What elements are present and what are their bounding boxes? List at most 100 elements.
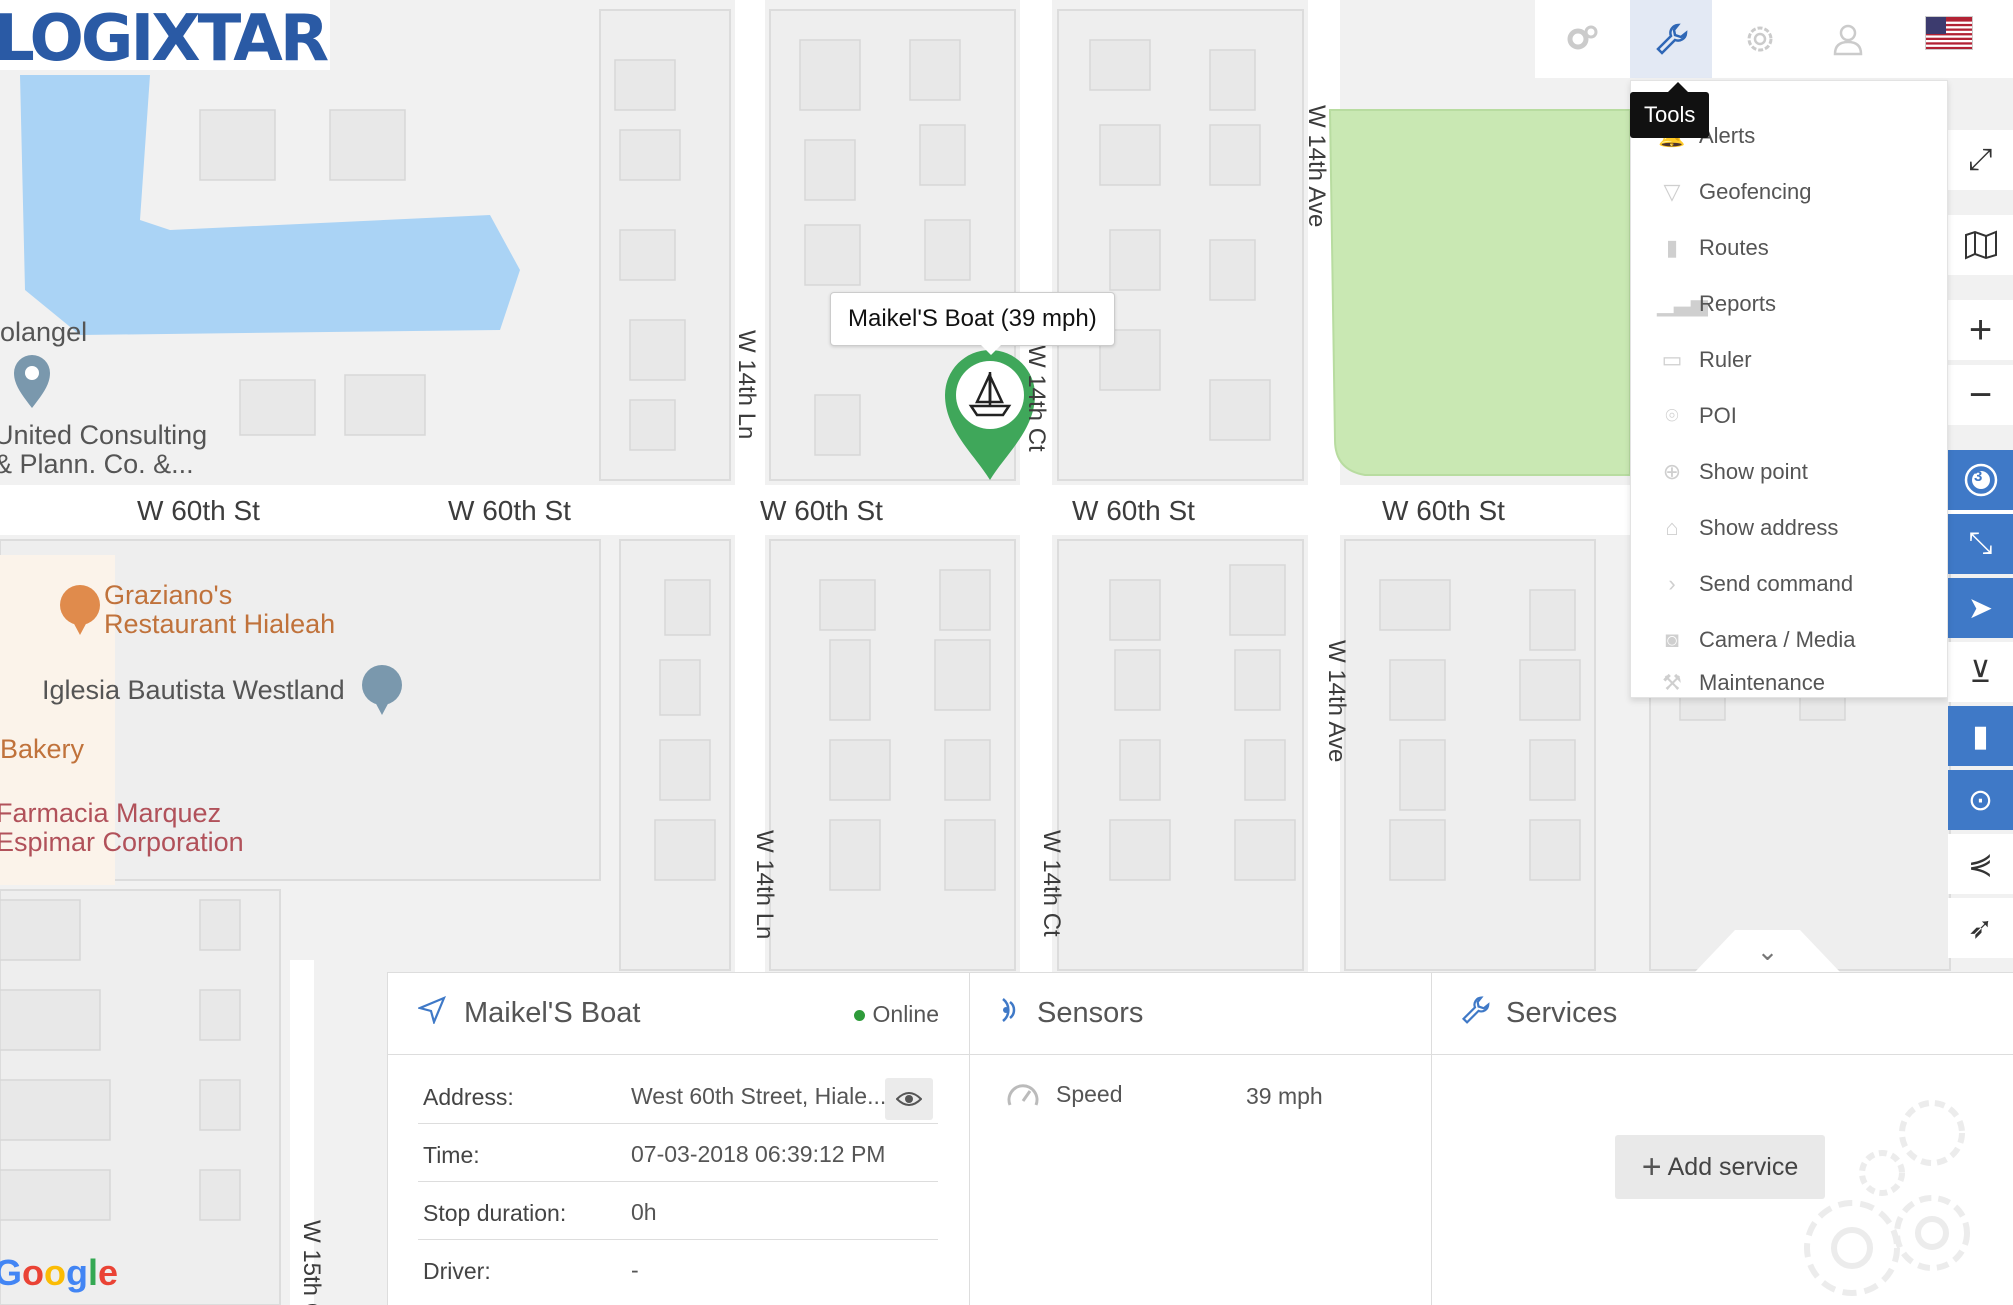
vehicle-marker-label[interactable]: Maikel'S Boat (39 mph): [830, 292, 1115, 355]
poi-toggle-icon[interactable]: ⊙: [1948, 770, 2013, 830]
info-value: 0h: [631, 1199, 657, 1225]
objects-count-badge: 3: [1974, 468, 1983, 485]
routes-toggle-icon[interactable]: ▮: [1948, 706, 2013, 766]
menu-item-show-point[interactable]: ⊕ Show point: [1631, 444, 1949, 500]
history-icon[interactable]: ⋞: [1948, 834, 2013, 894]
google-attribution: Google: [0, 1252, 119, 1293]
us-flag-icon[interactable]: [1925, 16, 1973, 50]
wrench-icon: ⚒: [1662, 670, 1682, 695]
fullscreen-icon[interactable]: ⤢: [1948, 130, 2013, 190]
zoom-out-icon[interactable]: −: [1948, 365, 2013, 425]
info-row-driver: Driver: -: [418, 1240, 938, 1298]
street-label: W 14th Ct: [1023, 345, 1050, 452]
menu-item-label: POI: [1699, 403, 1737, 428]
object-details-panel: Maikel'S Boat Online Address: West 60th …: [387, 972, 2013, 1305]
menu-item-label: Reports: [1699, 291, 1777, 316]
sensor-name: Speed: [1056, 1081, 1123, 1107]
geofence-icon: ▽: [1663, 179, 1681, 204]
pin-icon: ⌾: [1665, 403, 1679, 428]
follow-icon[interactable]: ➶: [1948, 898, 2013, 958]
fit-bounds-icon[interactable]: ⤡: [1948, 514, 2013, 574]
eye-icon[interactable]: [885, 1078, 933, 1120]
menu-item-label: Maintenance: [1699, 670, 1825, 695]
wrench-icon[interactable]: [1630, 0, 1712, 78]
wrench-icon: [1460, 995, 1496, 1033]
chevron-right-icon: ›: [1668, 571, 1676, 596]
menu-item-routes[interactable]: ▮ Routes: [1631, 220, 1949, 276]
sensors-title: Sensors: [1037, 997, 1144, 1029]
sensor-icon: [995, 996, 1031, 1032]
collapse-panel-button[interactable]: ⌄: [1695, 930, 1840, 972]
menu-item-send-command[interactable]: › Send command: [1631, 556, 1949, 612]
street-label: W 14th Ln: [733, 330, 760, 440]
gears-decoration-icon: [1782, 1088, 2013, 1305]
street-label: W 14th Ln: [751, 830, 778, 940]
settings-gears-icon[interactable]: [1557, 14, 1607, 64]
info-key: Driver:: [423, 1258, 491, 1284]
poi-label: Farmacia Marquez Espimar Corporation: [0, 798, 244, 857]
services-title: Services: [1506, 997, 1618, 1029]
objects-count-icon[interactable]: 3: [1948, 450, 2013, 510]
poi-label: Bakery: [0, 734, 85, 764]
crosshair-icon: ⊕: [1662, 459, 1682, 484]
logo[interactable]: LOGIXTAR: [0, 0, 330, 76]
gear-icon[interactable]: [1735, 14, 1785, 64]
geofence-toggle-icon[interactable]: ⊻: [1948, 642, 2013, 702]
sensors-header: Sensors: [970, 973, 1431, 1055]
info-key: Stop duration:: [423, 1200, 567, 1226]
info-row-stop-duration: Stop duration: 0h: [418, 1182, 938, 1240]
road-icon: ▮: [1665, 235, 1679, 260]
chevron-down-icon: ⌄: [1756, 936, 1779, 966]
object-info-column: Maikel'S Boat Online Address: West 60th …: [388, 973, 970, 1305]
menu-item-label: Geofencing: [1699, 179, 1812, 204]
street-label: W 60th St: [1382, 495, 1505, 526]
map-layers-icon[interactable]: [1948, 215, 2013, 275]
home-icon: ⌂: [1665, 515, 1679, 540]
menu-item-label: Show address: [1699, 515, 1839, 540]
zoom-in-icon[interactable]: +: [1948, 300, 2013, 360]
street-label: W 15th C: [298, 1220, 325, 1305]
street-label: W 60th St: [137, 495, 260, 526]
menu-item-label: Show point: [1699, 459, 1808, 484]
street-label: W 60th St: [1072, 495, 1195, 526]
menu-item-show-address[interactable]: ⌂ Show address: [1631, 500, 1949, 556]
menu-item-label: Routes: [1699, 235, 1769, 260]
menu-item-camera-media[interactable]: ◙ Camera / Media: [1631, 612, 1949, 668]
navigation-arrow-icon[interactable]: ➤: [1948, 578, 2013, 638]
online-dot-icon: [853, 1010, 865, 1022]
poi-label: Graziano's Restaurant Hialeah: [104, 580, 336, 639]
street-label: W 14th Ct: [1038, 830, 1065, 937]
street-label: W 14th Ave: [1303, 105, 1330, 228]
tools-dropdown-menu: 🔔 Alerts ▽ Geofencing ▮ Routes ▁▃▅ Repor…: [1630, 80, 1948, 698]
poi-label: United Consulting & Plann. Co. &...: [0, 420, 208, 479]
object-name: Maikel'S Boat: [464, 997, 641, 1029]
navigation-arrow-icon: [416, 995, 454, 1032]
street-label: W 14th Ave: [1323, 640, 1350, 763]
poi-label: olangel: [0, 317, 88, 347]
menu-item-maintenance[interactable]: ⚒ Maintenance: [1631, 668, 1949, 698]
info-key: Time:: [423, 1142, 480, 1168]
menu-item-poi[interactable]: ⌾ POI: [1631, 388, 1949, 444]
sensors-column: Sensors Speed 39 mph: [970, 973, 1432, 1305]
speedometer-icon: [1006, 1079, 1040, 1114]
ruler-icon: ▭: [1661, 347, 1683, 372]
info-row-time: Time: 07-03-2018 06:39:12 PM: [418, 1124, 938, 1182]
menu-item-geofencing[interactable]: ▽ Geofencing: [1631, 164, 1949, 220]
object-info-header: Maikel'S Boat Online: [388, 973, 969, 1055]
poi-label: Iglesia Bautista Westland: [42, 675, 345, 705]
boat-icon[interactable]: [965, 368, 1015, 420]
services-header: Services: [1432, 973, 2013, 1055]
logo-text: LOGIXTAR: [0, 2, 329, 76]
menu-item-label: Ruler: [1699, 347, 1752, 372]
menu-item-reports[interactable]: ▁▃▅ Reports: [1631, 276, 1949, 332]
services-column: Services + Add service: [1432, 973, 2013, 1305]
user-icon[interactable]: [1823, 14, 1873, 64]
bar-chart-icon: ▁▃▅: [1657, 291, 1708, 316]
menu-item-label: Camera / Media: [1699, 627, 1856, 652]
menu-item-ruler[interactable]: ▭ Ruler: [1631, 332, 1949, 388]
street-label: W 60th St: [760, 495, 883, 526]
info-row-address: Address: West 60th Street, Hiale...: [418, 1066, 938, 1124]
sensor-value: 39 mph: [1246, 1083, 1323, 1109]
info-key: Address:: [423, 1084, 514, 1110]
camera-icon: ◙: [1665, 627, 1679, 652]
